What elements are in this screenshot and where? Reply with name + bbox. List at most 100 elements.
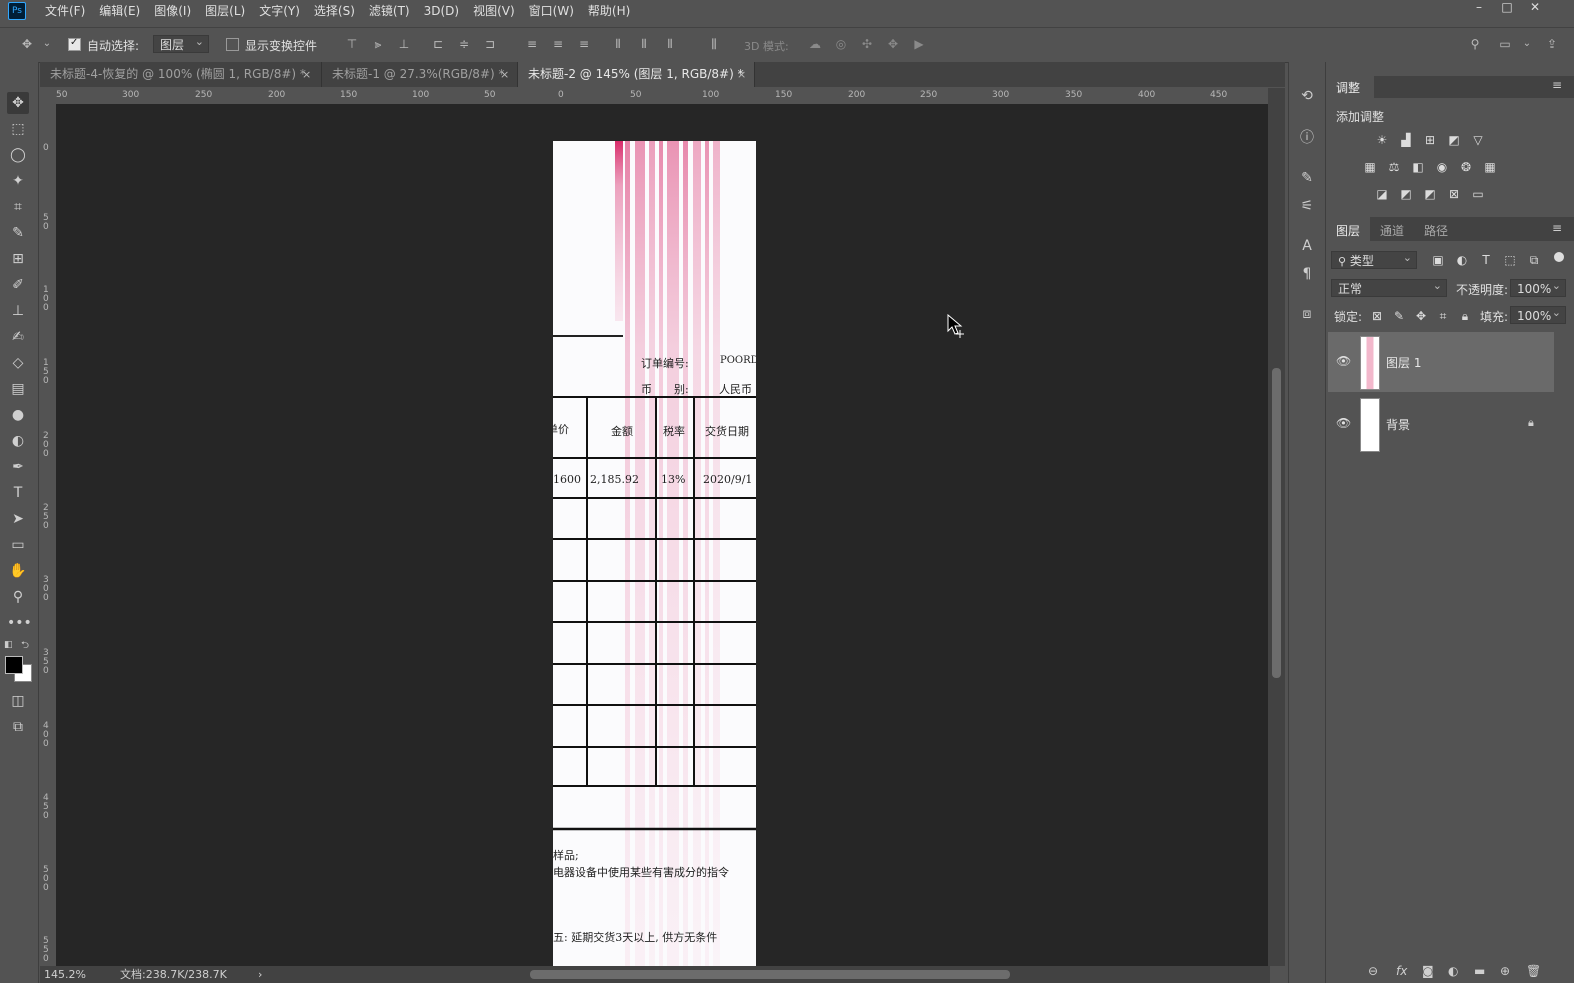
workspace-chevron-down-icon[interactable]: ⌄ [1520,37,1534,51]
zoom-level[interactable]: 145.2% [44,966,86,983]
trash-icon[interactable]: 🗑︎ [1526,964,1541,978]
blend-mode-dropdown[interactable]: 正常 [1331,277,1447,297]
maximize-button[interactable]: □ [1493,0,1521,14]
brush-tool-icon[interactable]: ✐ [7,274,29,296]
tab-layers[interactable]: 图层 [1336,222,1360,239]
vibrance-icon[interactable]: ▽ [1470,132,1486,148]
3d-camera-icon[interactable]: ▶ [912,37,926,51]
color-lookup-icon[interactable]: ▦ [1482,159,1498,175]
hand-tool-icon[interactable]: ✋ [7,560,29,582]
magic-wand-tool-icon[interactable]: ✦ [7,170,29,192]
panel-menu-icon[interactable]: ≡ [1552,221,1562,235]
blur-tool-icon[interactable]: ● [7,404,29,426]
menu-select[interactable]: 选择(S) [307,0,362,22]
exposure-icon[interactable]: ◩ [1446,132,1462,148]
zoom-tool-icon[interactable]: ⚲ [7,586,29,608]
distribute-right-icon[interactable]: ⫴ [663,37,677,51]
3d-roll-icon[interactable]: ◎ [834,37,848,51]
brush-settings-icon[interactable]: ✎ [1297,168,1317,188]
document-image[interactable]: 订单编号: POORD( 币 别: 人民币 单价 金额 税率 交货日期 1600… [553,141,756,966]
canvas-area[interactable]: 订单编号: POORD( 币 别: 人民币 单价 金额 税率 交货日期 1600… [56,104,1268,966]
curves-icon[interactable]: ⊞ [1422,132,1438,148]
filter-pixel-icon[interactable]: ▣ [1430,252,1446,268]
screen-mode-icon[interactable]: ⧉ [7,716,29,738]
menu-file[interactable]: 文件(F) [38,0,92,22]
lock-all-icon[interactable]: 🔒︎ [1457,308,1473,324]
hue-saturation-icon[interactable]: ▦ [1362,159,1378,175]
clone-stamp-tool-icon[interactable]: ⊥ [7,300,29,322]
3d-panel-icon[interactable]: ⧈ [1297,304,1317,324]
type-tool-icon[interactable]: T [7,482,29,504]
menu-image[interactable]: 图像(I) [147,0,198,22]
show-transform-checkbox[interactable] [226,38,239,51]
menu-3d[interactable]: 3D(D) [417,0,466,22]
filter-toggle-icon[interactable] [1554,252,1564,262]
distribute-left-icon[interactable]: ⫴ [611,37,625,51]
gradient-map-icon[interactable]: ▭ [1470,186,1486,202]
auto-select-checkbox[interactable] [68,37,81,51]
new-layer-icon[interactable]: ⊕ [1500,964,1510,978]
crop-tool-icon[interactable]: ⌗ [7,196,29,218]
tab-paths[interactable]: 路径 [1424,222,1448,239]
tool-preset-chevron-down-icon[interactable]: ⌄ [40,37,54,51]
close-window-button[interactable]: ✕ [1521,0,1549,14]
menu-view[interactable]: 视图(V) [466,0,522,22]
tab-channels[interactable]: 通道 [1380,222,1404,239]
auto-align-icon[interactable]: ⫼ [707,37,721,51]
panel-menu-icon[interactable]: ≡ [1552,78,1562,92]
layer-filter-kind-dropdown[interactable]: ⚲ 类型 [1331,249,1417,269]
vertical-scrollbar[interactable] [1268,88,1285,966]
vertical-scroll-thumb[interactable] [1272,368,1281,678]
horizontal-scrollbar[interactable] [270,966,1270,983]
eyedropper-tool-icon[interactable]: ✎ [7,222,29,244]
new-adjustment-layer-icon[interactable]: ◐ [1448,964,1458,978]
black-white-icon[interactable]: ◧ [1410,159,1426,175]
layer-row-background[interactable]: 👁︎ 背景 🔒︎ [1328,394,1554,454]
color-balance-icon[interactable]: ⚖ [1386,159,1402,175]
add-mask-icon[interactable]: ◙ [1422,964,1434,978]
dodge-tool-icon[interactable]: ◐ [7,430,29,452]
posterize-icon[interactable]: ◩ [1398,186,1414,202]
lock-artboard-icon[interactable]: ⌗ [1435,308,1451,324]
share-icon[interactable]: ⇪ [1545,37,1559,51]
tab-document-4[interactable]: 未标题-4-恢复的 @ 100% (椭圆 1, RGB/8#) * × [40,62,322,87]
info-icon[interactable]: ⓘ [1297,128,1317,148]
align-right-icon[interactable]: ⊐ [483,37,497,51]
close-icon[interactable]: × [737,62,746,87]
lock-image-icon[interactable]: ✎ [1391,308,1407,324]
vertical-ruler[interactable]: 0 5 0 1 0 0 1 5 0 2 0 0 2 5 0 3 0 0 3 5 … [40,104,57,966]
move-tool-icon[interactable]: ✥ [20,37,34,51]
distribute-top-icon[interactable]: ≡ [525,37,539,51]
character-icon[interactable]: A [1297,236,1317,256]
quick-mask-icon[interactable]: ◫ [7,690,29,712]
eraser-tool-icon[interactable]: ◇ [7,352,29,374]
3d-pan-icon[interactable]: ✣ [860,37,874,51]
swap-colors-icon[interactable]: ⮌ [21,638,29,655]
fx-icon[interactable]: fx [1396,964,1407,978]
minimize-button[interactable]: – [1465,0,1493,14]
properties-icon[interactable]: ⚟ [1297,196,1317,216]
rectangle-tool-icon[interactable]: ▭ [7,534,29,556]
filter-shape-icon[interactable]: ⬚ [1502,252,1518,268]
history-brush-tool-icon[interactable]: ✍ [7,326,29,348]
align-vcenter-icon[interactable]: ⫸ [371,37,385,51]
opacity-input[interactable]: 100% [1510,277,1566,297]
invert-icon[interactable]: ◪ [1374,186,1390,202]
levels-icon[interactable]: ▟ [1398,132,1414,148]
3d-orbit-icon[interactable]: ☁ [808,37,822,51]
status-menu-arrow-icon[interactable]: › [258,966,262,983]
close-icon[interactable]: × [500,62,509,87]
workspace-icon[interactable]: ▭ [1498,37,1512,51]
lock-position-icon[interactable]: ✥ [1413,308,1429,324]
path-selection-tool-icon[interactable]: ➤ [7,508,29,530]
menu-help[interactable]: 帮助(H) [581,0,637,22]
3d-slide-icon[interactable]: ✥ [886,37,900,51]
foreground-color-swatch[interactable] [5,656,23,674]
filter-smart-object-icon[interactable]: ⧉ [1526,252,1542,268]
move-tool-icon[interactable]: ✥ [7,92,29,114]
new-group-icon[interactable]: ▬ [1474,964,1485,978]
menu-window[interactable]: 窗口(W) [522,0,581,22]
tab-document-1[interactable]: 未标题-1 @ 27.3%(RGB/8#) * × [322,62,518,87]
healing-brush-tool-icon[interactable]: ⊞ [7,248,29,270]
menu-edit[interactable]: 编辑(E) [92,0,147,22]
